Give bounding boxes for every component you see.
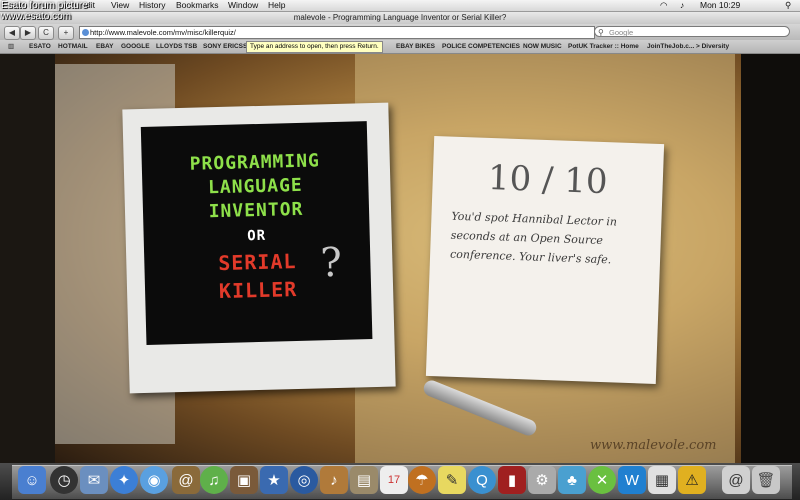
globe-icon xyxy=(82,29,89,36)
menu-bookmarks[interactable]: Bookmarks xyxy=(176,0,219,11)
imovie-icon[interactable]: ★ xyxy=(260,466,288,494)
garageband-icon[interactable]: ♪ xyxy=(320,466,348,494)
score: 10 / 10 xyxy=(487,157,609,203)
ical-icon[interactable]: 17 xyxy=(380,466,408,494)
itunes-app-icon[interactable]: ▦ xyxy=(648,466,676,494)
stickies-icon[interactable]: ✎ xyxy=(438,466,466,494)
bookmarks-bar: ▥ ESATO HOTMAIL EBAY GOOGLE LLOYDS TSB S… xyxy=(0,40,800,54)
reload-button[interactable]: C xyxy=(38,26,54,40)
addressbook-icon[interactable]: @ xyxy=(172,466,200,494)
polaroid-photo: PROGRAMMING LANGUAGE INVENTOR OR SERIAL … xyxy=(122,102,396,394)
title-line3: INVENTOR xyxy=(208,198,304,223)
watermark-overlay: Esato forum picture www.esato.com xyxy=(1,0,88,22)
window-title-bar: malevole - Programming Language Inventor… xyxy=(0,12,800,24)
bookmark-ebay-bikes[interactable]: EBAY BIKES xyxy=(396,40,435,53)
question-mark: ? xyxy=(319,239,343,287)
wii-icon[interactable]: W xyxy=(618,466,646,494)
menu-help[interactable]: Help xyxy=(268,0,285,11)
ichat-icon[interactable]: ◉ xyxy=(140,466,168,494)
dvd-icon[interactable]: ◎ xyxy=(290,466,318,494)
verdict-text: You'd spot Hannibal Lector in seconds at… xyxy=(449,209,618,267)
bookmark-lloyds[interactable]: LLOYDS TSB xyxy=(156,40,197,53)
site-signature: www.malevole.com xyxy=(590,438,717,453)
xbox-icon[interactable]: ✕ xyxy=(588,466,616,494)
browser-toolbar: ◀ ▶ C + http://www.malevole.com/mv/misc/… xyxy=(0,24,800,40)
address-bar[interactable]: http://www.malevole.com/mv/misc/killerqu… xyxy=(79,26,595,39)
address-text: http://www.malevole.com/mv/misc/killerqu… xyxy=(90,28,236,37)
photobooth-icon[interactable]: ▮ xyxy=(498,466,526,494)
bookmark-potuk[interactable]: PotUK Tracker :: Home xyxy=(568,40,639,53)
spotlight-icon[interactable]: ⚲ xyxy=(785,0,791,11)
forward-button[interactable]: ▶ xyxy=(20,26,36,40)
warning-icon[interactable]: ⚠ xyxy=(678,466,706,494)
menu-history[interactable]: History xyxy=(139,0,165,11)
menu-view[interactable]: View xyxy=(111,0,129,11)
dashboard-icon[interactable]: ◷ xyxy=(50,466,78,494)
safari-icon[interactable]: ✦ xyxy=(110,466,138,494)
window-title: malevole - Programming Language Inventor… xyxy=(293,13,507,22)
watermark-line1: Esato forum picture xyxy=(1,0,88,11)
address-tooltip: Type an address to open, then press Retu… xyxy=(246,41,383,53)
wifi-icon[interactable]: ◠ xyxy=(660,0,667,11)
bookmark-jointhejob[interactable]: JoinTheJob.c... xyxy=(647,40,694,53)
preview-icon[interactable]: ▤ xyxy=(350,466,378,494)
menu-bar: dit View History Bookmarks Window Help ◠… xyxy=(0,0,800,12)
bookmark-ebay[interactable]: EBAY xyxy=(96,40,113,53)
bookmark-hotmail[interactable]: HOTMAIL xyxy=(58,40,88,53)
quiz-title-card: PROGRAMMING LANGUAGE INVENTOR OR SERIAL … xyxy=(140,121,373,345)
mail-icon[interactable]: ✉ xyxy=(80,466,108,494)
watermark-line2: www.esato.com xyxy=(1,11,72,22)
right-backdrop xyxy=(741,54,800,463)
quicktime-icon[interactable]: Q xyxy=(468,466,496,494)
systemprefs-icon[interactable]: ⚙ xyxy=(528,466,556,494)
at-icon[interactable]: @ xyxy=(722,466,750,494)
search-placeholder: Google xyxy=(609,28,634,37)
msn-icon[interactable]: ♣ xyxy=(558,466,586,494)
result-note: 10 / 10 You'd spot Hannibal Lector in se… xyxy=(425,136,665,384)
finder-icon[interactable]: ☺ xyxy=(18,466,46,494)
clock[interactable]: Mon 10:29 xyxy=(700,0,740,11)
trash-icon[interactable]: 🗑 xyxy=(752,466,780,494)
add-bookmark-button[interactable]: + xyxy=(58,26,74,40)
menu-window[interactable]: Window xyxy=(228,0,258,11)
search-icon: ⚲ xyxy=(598,28,604,37)
iphoto-icon[interactable]: ▣ xyxy=(230,466,258,494)
itunes-icon[interactable]: ♫ xyxy=(200,466,228,494)
bookmark-diversity[interactable]: > Diversity xyxy=(696,40,729,53)
title-line1: PROGRAMMING xyxy=(189,150,321,175)
back-button[interactable]: ◀ xyxy=(4,26,20,40)
bookmark-google[interactable]: GOOGLE xyxy=(121,40,150,53)
bookmark-esato[interactable]: ESATO xyxy=(29,40,51,53)
bookmarks-book-icon[interactable]: ▥ xyxy=(8,40,14,53)
umbrella-icon[interactable]: ☂ xyxy=(408,466,436,494)
title-line2: LANGUAGE xyxy=(207,174,303,199)
search-field[interactable]: ⚲ Google xyxy=(594,26,790,37)
bookmark-police[interactable]: POLICE COMPETENCIES xyxy=(442,40,520,53)
bookmark-now-music[interactable]: NOW MUSIC xyxy=(523,40,562,53)
volume-icon[interactable]: ♪ xyxy=(680,0,684,11)
bookmark-sony[interactable]: SONY ERICSSO xyxy=(203,40,252,53)
left-backdrop xyxy=(0,54,55,463)
